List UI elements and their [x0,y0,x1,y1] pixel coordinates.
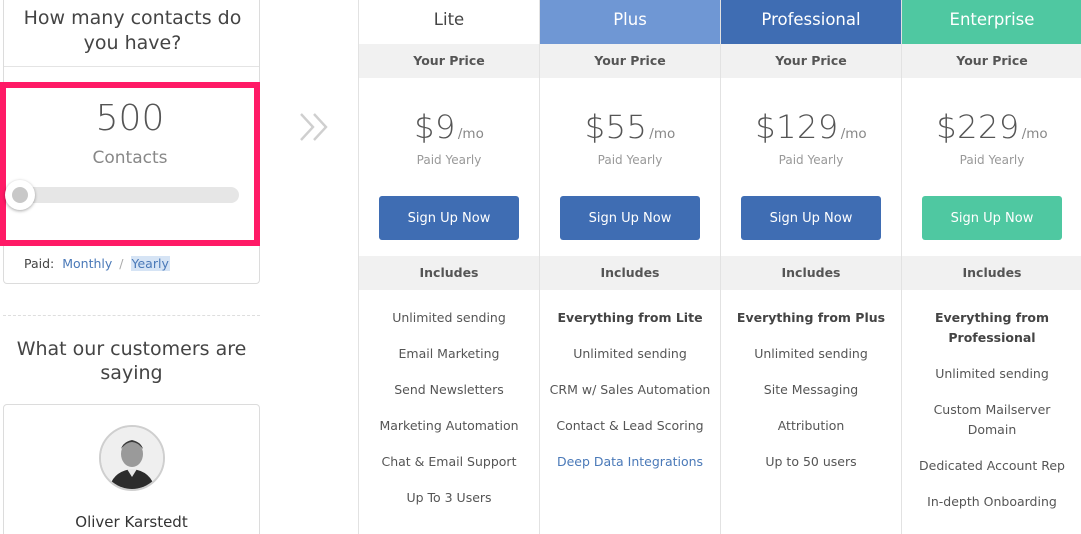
sign-up-button-professional[interactable]: Sign Up Now [741,196,881,240]
price-area: $55/mo Paid Yearly [540,78,720,196]
feature-item[interactable]: Deep Data Integrations [546,452,714,472]
price: $229/mo [902,108,1081,146]
includes-label: Includes [540,256,720,290]
feature-item: Chat & Email Support [381,454,517,469]
your-price-label: Your Price [721,44,901,78]
sign-up-button-plus[interactable]: Sign Up Now [560,196,700,240]
plan-name: Lite [359,0,539,44]
contacts-selector: 500 Contacts [0,82,260,246]
contacts-unit-label: Contacts [92,148,168,168]
feature-item: Everything from Professional [934,310,1050,345]
feature-list: Everything from Plus Unlimited sending Sit… [721,290,901,472]
includes-label: Includes [902,256,1081,290]
plan-column-enterprise: Enterprise Your Price $229/mo Paid Yearl… [902,0,1081,534]
feature-item: Contact & Lead Scoring [556,418,704,433]
contacts-slider[interactable] [5,180,239,210]
billing-separator: / [119,256,124,271]
plan-name: Professional [721,0,901,44]
plan-column-lite: Lite Your Price $9/mo Paid Yearly Sign U… [359,0,540,534]
price-amount: $229 [936,108,1020,146]
contacts-count: 500 [95,98,165,139]
your-price-label: Your Price [359,44,539,78]
plan-name: Enterprise [902,0,1081,44]
feature-item: Custom Mailserver Domain [933,402,1051,437]
pricing-table: Lite Your Price $9/mo Paid Yearly Sign U… [358,0,1081,534]
billing-note: Paid Yearly [778,153,844,167]
price-period: /mo [1021,126,1048,142]
testimonial-card: Oliver Karstedt [3,404,260,534]
includes-label: Includes [359,256,539,290]
price-area: $129/mo Paid Yearly [721,78,901,196]
heading-divider [4,66,259,67]
left-column: How many contacts do you have? 500 Conta… [0,0,264,534]
price-period: /mo [840,126,867,142]
feature-item: Unlimited sending [935,366,1049,381]
price-area: $229/mo Paid Yearly [902,78,1081,196]
double-chevron-right-icon [298,111,332,143]
feature-item: Up to 50 users [765,454,857,469]
avatar [99,425,165,491]
billing-toggle: Paid: Monthly / Yearly [24,256,170,271]
your-price-label: Your Price [540,44,720,78]
feature-list: Everything from Professional Unlimited se… [902,290,1081,512]
sign-up-button-enterprise[interactable]: Sign Up Now [922,196,1062,240]
feature-item: Attribution [777,418,845,433]
feature-list: Unlimited sending Email Marketing Send New… [359,290,539,508]
price-amount: $55 [584,108,648,146]
feature-item: Up To 3 Users [406,490,492,505]
feature-item: In-depth Onboarding [927,494,1057,509]
feature-item: Email Marketing [398,346,500,361]
testimonials-heading: What our customers are saying [16,338,247,384]
feature-item: Marketing Automation [379,418,519,433]
section-divider [3,315,260,316]
plan-column-professional: Professional Your Price $129/mo Paid Yea… [721,0,902,534]
billing-note: Paid Yearly [597,153,663,167]
price-amount: $129 [755,108,839,146]
feature-list: Everything from Lite Unlimited sending CRM… [540,290,720,472]
feature-item: Unlimited sending [392,310,506,325]
billing-note: Paid Yearly [959,153,1025,167]
billing-note: Paid Yearly [416,153,482,167]
billing-monthly-link[interactable]: Monthly [62,256,112,271]
price-period: /mo [457,126,484,142]
includes-label: Includes [721,256,901,290]
feature-item: Everything from Plus [736,310,886,325]
testimonial-author-name: Oliver Karstedt [75,513,188,531]
feature-item: Dedicated Account Rep [919,458,1065,473]
feature-item: Site Messaging [763,382,859,397]
price-amount: $9 [414,108,456,146]
sign-up-button-lite[interactable]: Sign Up Now [379,196,519,240]
price: $9/mo [359,108,539,146]
slider-handle[interactable] [5,180,35,210]
feature-item: CRM w/ Sales Automation [549,382,711,397]
price: $129/mo [721,108,901,146]
price-area: $9/mo Paid Yearly [359,78,539,196]
feature-item: Send Newsletters [394,382,504,397]
feature-item: Everything from Lite [557,310,703,325]
billing-label: Paid: [24,256,55,271]
price: $55/mo [540,108,720,146]
your-price-label: Your Price [902,44,1081,78]
feature-item: Unlimited sending [754,346,868,361]
billing-yearly-link[interactable]: Yearly [130,256,170,271]
price-period: /mo [649,126,676,142]
plan-column-plus: Plus Your Price $55/mo Paid Yearly Sign … [540,0,721,534]
feature-item: Unlimited sending [573,346,687,361]
contacts-heading: How many contacts do you have? [23,7,242,54]
plan-name: Plus [540,0,720,44]
